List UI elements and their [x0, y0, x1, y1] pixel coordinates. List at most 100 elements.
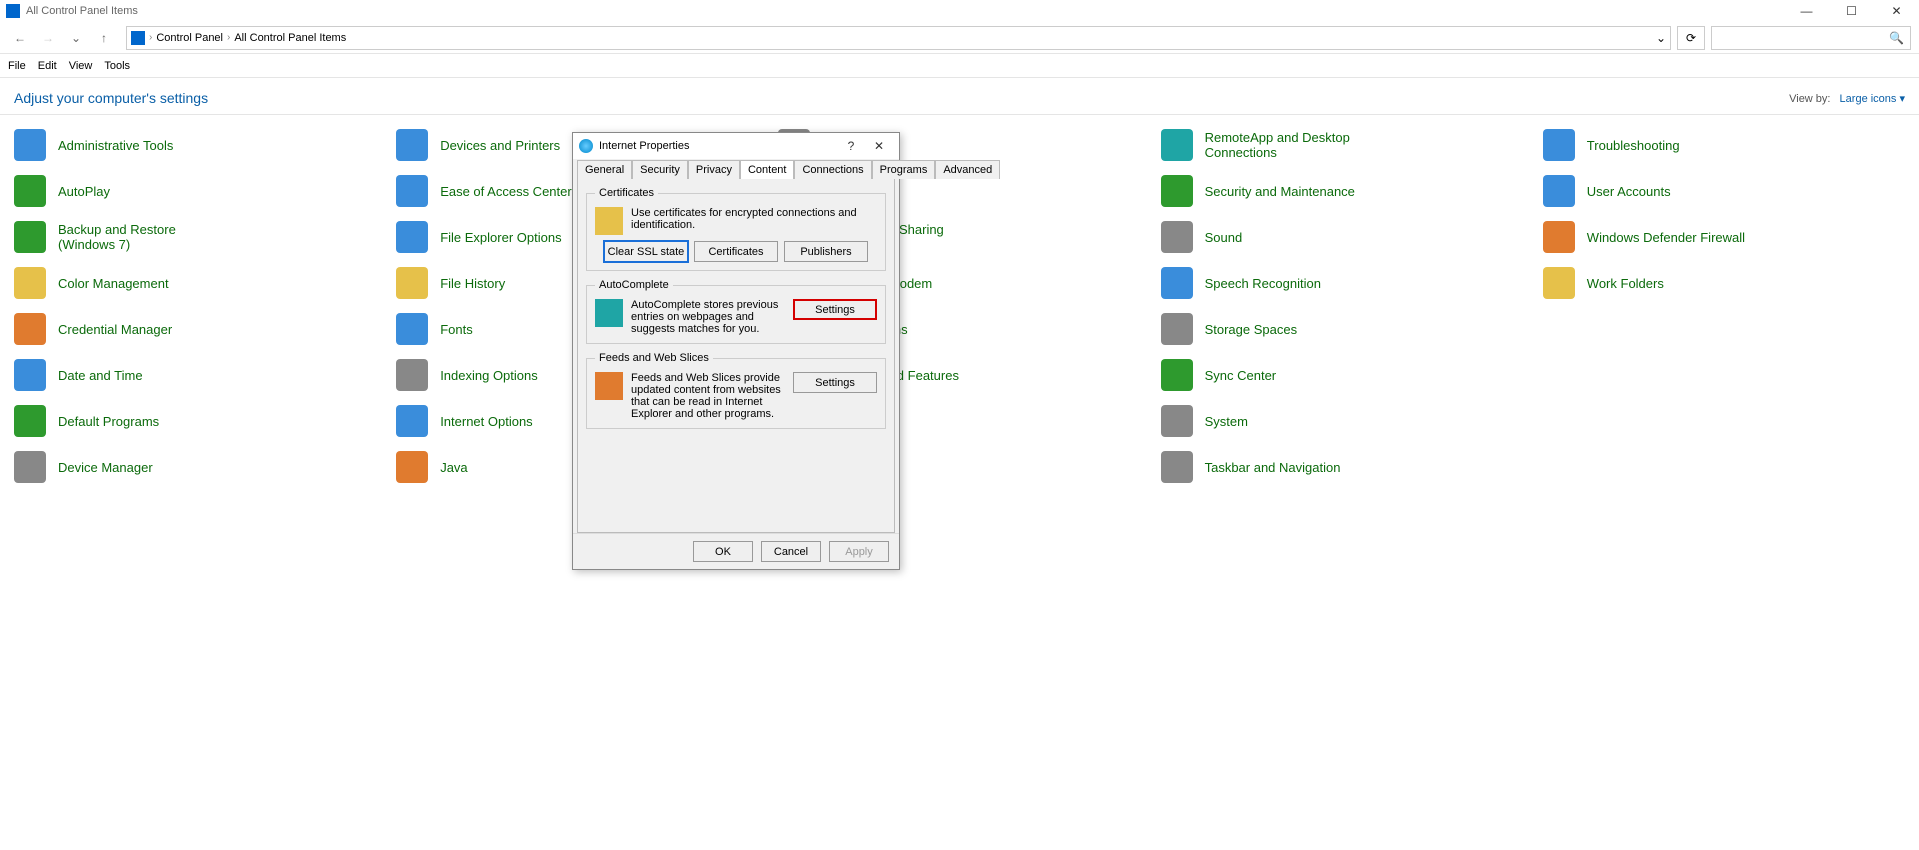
feeds-settings-button[interactable]: Settings: [793, 372, 877, 393]
tab-privacy[interactable]: Privacy: [688, 160, 740, 179]
publishers-button[interactable]: Publishers: [784, 241, 868, 262]
tab-content[interactable]: Content: [740, 160, 795, 179]
cp-item-label: Taskbar and Navigation: [1205, 460, 1341, 475]
forward-button[interactable]: →: [36, 26, 60, 50]
recent-locations-button[interactable]: ⌄: [64, 26, 88, 50]
menu-bar: File Edit View Tools: [0, 54, 1919, 78]
back-button[interactable]: ←: [8, 26, 32, 50]
internet-properties-dialog: Internet Properties ? ✕ GeneralSecurityP…: [572, 132, 900, 570]
cp-item[interactable]: Date and Time: [4, 357, 386, 393]
cp-item[interactable]: Taskbar and Navigation: [1151, 449, 1533, 485]
cp-item-icon: [1543, 175, 1575, 207]
dialog-close-button[interactable]: ✕: [865, 139, 893, 153]
tab-security[interactable]: Security: [632, 160, 688, 179]
cp-item[interactable]: Sound: [1151, 219, 1533, 255]
cp-item[interactable]: Windows Defender Firewall: [1533, 219, 1915, 255]
tab-general[interactable]: General: [577, 160, 632, 179]
cp-item-icon: [1161, 313, 1193, 345]
autocomplete-text: AutoComplete stores previous entries on …: [631, 299, 785, 335]
cp-item-icon: [396, 405, 428, 437]
dialog-title: Internet Properties: [599, 140, 690, 152]
breadcrumb[interactable]: › Control Panel › All Control Panel Item…: [126, 26, 1671, 50]
cp-item[interactable]: Color Management: [4, 265, 386, 301]
cp-item-label: Color Management: [58, 276, 169, 291]
cp-item-label: Sync Center: [1205, 368, 1277, 383]
cp-item-icon: [396, 313, 428, 345]
cp-item-label: Fonts: [440, 322, 473, 337]
cp-item-label: File History: [440, 276, 505, 291]
cp-item-label: Default Programs: [58, 414, 159, 429]
cp-item[interactable]: Troubleshooting: [1533, 127, 1915, 163]
tab-advanced[interactable]: Advanced: [935, 160, 1000, 179]
page-heading: Adjust your computer's settings: [14, 90, 208, 106]
menu-file[interactable]: File: [8, 60, 26, 72]
cp-item[interactable]: Backup and Restore (Windows 7): [4, 219, 386, 255]
control-panel-icon: [6, 4, 20, 18]
cp-item-label: Date and Time: [58, 368, 143, 383]
cp-item-label: Storage Spaces: [1205, 322, 1298, 337]
clear-ssl-state-button[interactable]: Clear SSL state: [604, 241, 688, 262]
cp-item-icon: [14, 405, 46, 437]
cp-item[interactable]: User Accounts: [1533, 173, 1915, 209]
cp-item-label: User Accounts: [1587, 184, 1671, 199]
cp-item-label: Ease of Access Center: [440, 184, 572, 199]
feeds-group: Feeds and Web Slices Feeds and Web Slice…: [586, 352, 886, 429]
dialog-titlebar: Internet Properties ? ✕: [573, 133, 899, 159]
view-by-value[interactable]: Large icons ▾: [1840, 93, 1905, 105]
cp-item-label: Devices and Printers: [440, 138, 560, 153]
cp-item[interactable]: Device Manager: [4, 449, 386, 485]
up-button[interactable]: ↑: [92, 26, 116, 50]
cp-item-icon: [396, 267, 428, 299]
breadcrumb-dropdown-icon[interactable]: ⌄: [1656, 31, 1666, 45]
tab-programs[interactable]: Programs: [872, 160, 936, 179]
address-bar: ← → ⌄ ↑ › Control Panel › All Control Pa…: [0, 22, 1919, 54]
cp-item[interactable]: Security and Maintenance: [1151, 173, 1533, 209]
cp-item[interactable]: RemoteApp and Desktop Connections: [1151, 127, 1533, 163]
cp-item[interactable]: Sync Center: [1151, 357, 1533, 393]
search-box[interactable]: 🔍: [1711, 26, 1911, 50]
help-button[interactable]: ?: [837, 139, 865, 153]
autocomplete-group: AutoComplete AutoComplete stores previou…: [586, 279, 886, 344]
certificates-text: Use certificates for encrypted connectio…: [631, 207, 877, 231]
cancel-button[interactable]: Cancel: [761, 541, 821, 562]
menu-view[interactable]: View: [69, 60, 93, 72]
cp-item-icon: [14, 221, 46, 253]
cp-item[interactable]: Speech Recognition: [1151, 265, 1533, 301]
refresh-button[interactable]: ⟳: [1677, 26, 1705, 50]
cp-item-label: Internet Options: [440, 414, 533, 429]
minimize-button[interactable]: —: [1784, 0, 1829, 22]
crumb-control-panel[interactable]: Control Panel: [152, 32, 227, 44]
cp-item-label: System: [1205, 414, 1248, 429]
certificates-button[interactable]: Certificates: [694, 241, 778, 262]
cp-item-icon: [1161, 267, 1193, 299]
apply-button[interactable]: Apply: [829, 541, 889, 562]
certificates-legend: Certificates: [595, 187, 658, 199]
cp-item-label: Device Manager: [58, 460, 153, 475]
cp-item[interactable]: Administrative Tools: [4, 127, 386, 163]
cp-item-icon: [1161, 221, 1193, 253]
cp-item[interactable]: System: [1151, 403, 1533, 439]
cp-item[interactable]: AutoPlay: [4, 173, 386, 209]
cp-item[interactable]: Work Folders: [1533, 265, 1915, 301]
cp-item[interactable]: Credential Manager: [4, 311, 386, 347]
autocomplete-settings-button[interactable]: Settings: [793, 299, 877, 320]
cp-item-icon: [14, 359, 46, 391]
maximize-button[interactable]: ☐: [1829, 0, 1874, 22]
menu-tools[interactable]: Tools: [104, 60, 130, 72]
tab-connections[interactable]: Connections: [794, 160, 871, 179]
cp-item-icon: [396, 221, 428, 253]
cp-item-label: Work Folders: [1587, 276, 1664, 291]
window-title: All Control Panel Items: [26, 5, 138, 17]
cp-item-icon: [1543, 129, 1575, 161]
autocomplete-legend: AutoComplete: [595, 279, 673, 291]
cp-item[interactable]: Default Programs: [4, 403, 386, 439]
cp-item-label: Administrative Tools: [58, 138, 173, 153]
menu-edit[interactable]: Edit: [38, 60, 57, 72]
cp-item-label: Sound: [1205, 230, 1243, 245]
cp-item-icon: [14, 129, 46, 161]
cp-item[interactable]: Storage Spaces: [1151, 311, 1533, 347]
crumb-all-items[interactable]: All Control Panel Items: [230, 32, 350, 44]
ok-button[interactable]: OK: [693, 541, 753, 562]
close-button[interactable]: ✕: [1874, 0, 1919, 22]
cp-item-icon: [14, 267, 46, 299]
